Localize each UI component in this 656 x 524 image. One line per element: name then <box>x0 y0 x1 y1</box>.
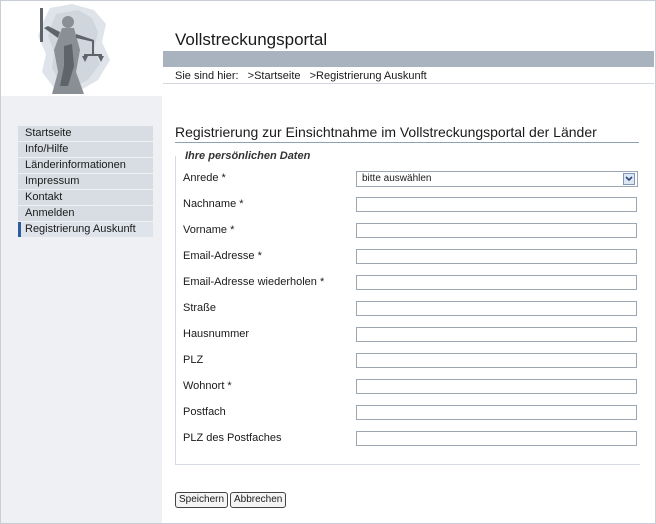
sidebar-item-info-hilfe[interactable]: Info/Hilfe <box>18 142 153 157</box>
breadcrumb-startseite[interactable]: >Startseite <box>248 70 301 82</box>
plz-input[interactable] <box>356 353 637 368</box>
email-input[interactable] <box>356 249 637 264</box>
plz-label: PLZ <box>183 354 204 366</box>
page-title: Registrierung zur Einsichtnahme im Volls… <box>175 124 597 140</box>
wohnort-label: Wohnort * <box>183 380 232 392</box>
breadcrumb: Sie sind hier: >Startseite >Registrierun… <box>175 70 433 82</box>
strasse-label: Straße <box>183 302 217 314</box>
anrede-selected-value: bitte auswählen <box>362 173 432 184</box>
save-button[interactable]: Speichern <box>175 492 229 508</box>
nachname-input[interactable] <box>356 197 637 212</box>
nachname-label: Nachname * <box>183 198 244 210</box>
vorname-input[interactable] <box>356 223 637 238</box>
anrede-label: Anrede * <box>183 172 226 184</box>
breadcrumb-divider <box>163 83 654 84</box>
postfach-input[interactable] <box>356 405 637 420</box>
hausnummer-input[interactable] <box>356 327 637 342</box>
wohnort-input[interactable] <box>356 379 637 394</box>
breadcrumb-registrierung[interactable]: >Registrierung Auskunft <box>310 70 427 82</box>
strasse-input[interactable] <box>356 301 637 316</box>
sidebar-nav: Startseite Info/Hilfe Länderinformatione… <box>18 126 153 238</box>
sidebar-item-startseite[interactable]: Startseite <box>18 126 153 141</box>
cancel-button[interactable]: Abbrechen <box>230 492 287 508</box>
sidebar-item-registrierung-auskunft[interactable]: Registrierung Auskunft <box>18 222 153 237</box>
postfach-plz-input[interactable] <box>356 431 637 446</box>
hausnummer-label: Hausnummer <box>183 328 250 340</box>
email-repeat-input[interactable] <box>356 275 637 290</box>
sidebar-item-anmelden[interactable]: Anmelden <box>18 206 153 221</box>
email-label: Email-Adresse * <box>183 250 262 262</box>
header-bar <box>163 51 654 67</box>
email-repeat-label: Email-Adresse wiederholen * <box>183 276 325 288</box>
chevron-down-icon[interactable] <box>623 173 635 185</box>
heading-divider <box>175 142 639 143</box>
sidebar-item-kontakt[interactable]: Kontakt <box>18 190 153 205</box>
postfach-label: Postfach <box>183 406 226 418</box>
vorname-label: Vorname * <box>183 224 235 236</box>
site-title: Vollstreckungsportal <box>175 30 328 49</box>
sidebar-item-impressum[interactable]: Impressum <box>18 174 153 189</box>
sidebar-item-laenderinformationen[interactable]: Länderinformationen <box>18 158 153 173</box>
breadcrumb-label: Sie sind hier: <box>175 70 239 82</box>
justitia-logo <box>38 4 110 94</box>
anrede-select[interactable]: bitte auswählen <box>356 171 638 187</box>
postfach-plz-label: PLZ des Postfaches <box>183 432 282 444</box>
fieldset-legend: Ihre persönlichen Daten <box>183 150 313 162</box>
